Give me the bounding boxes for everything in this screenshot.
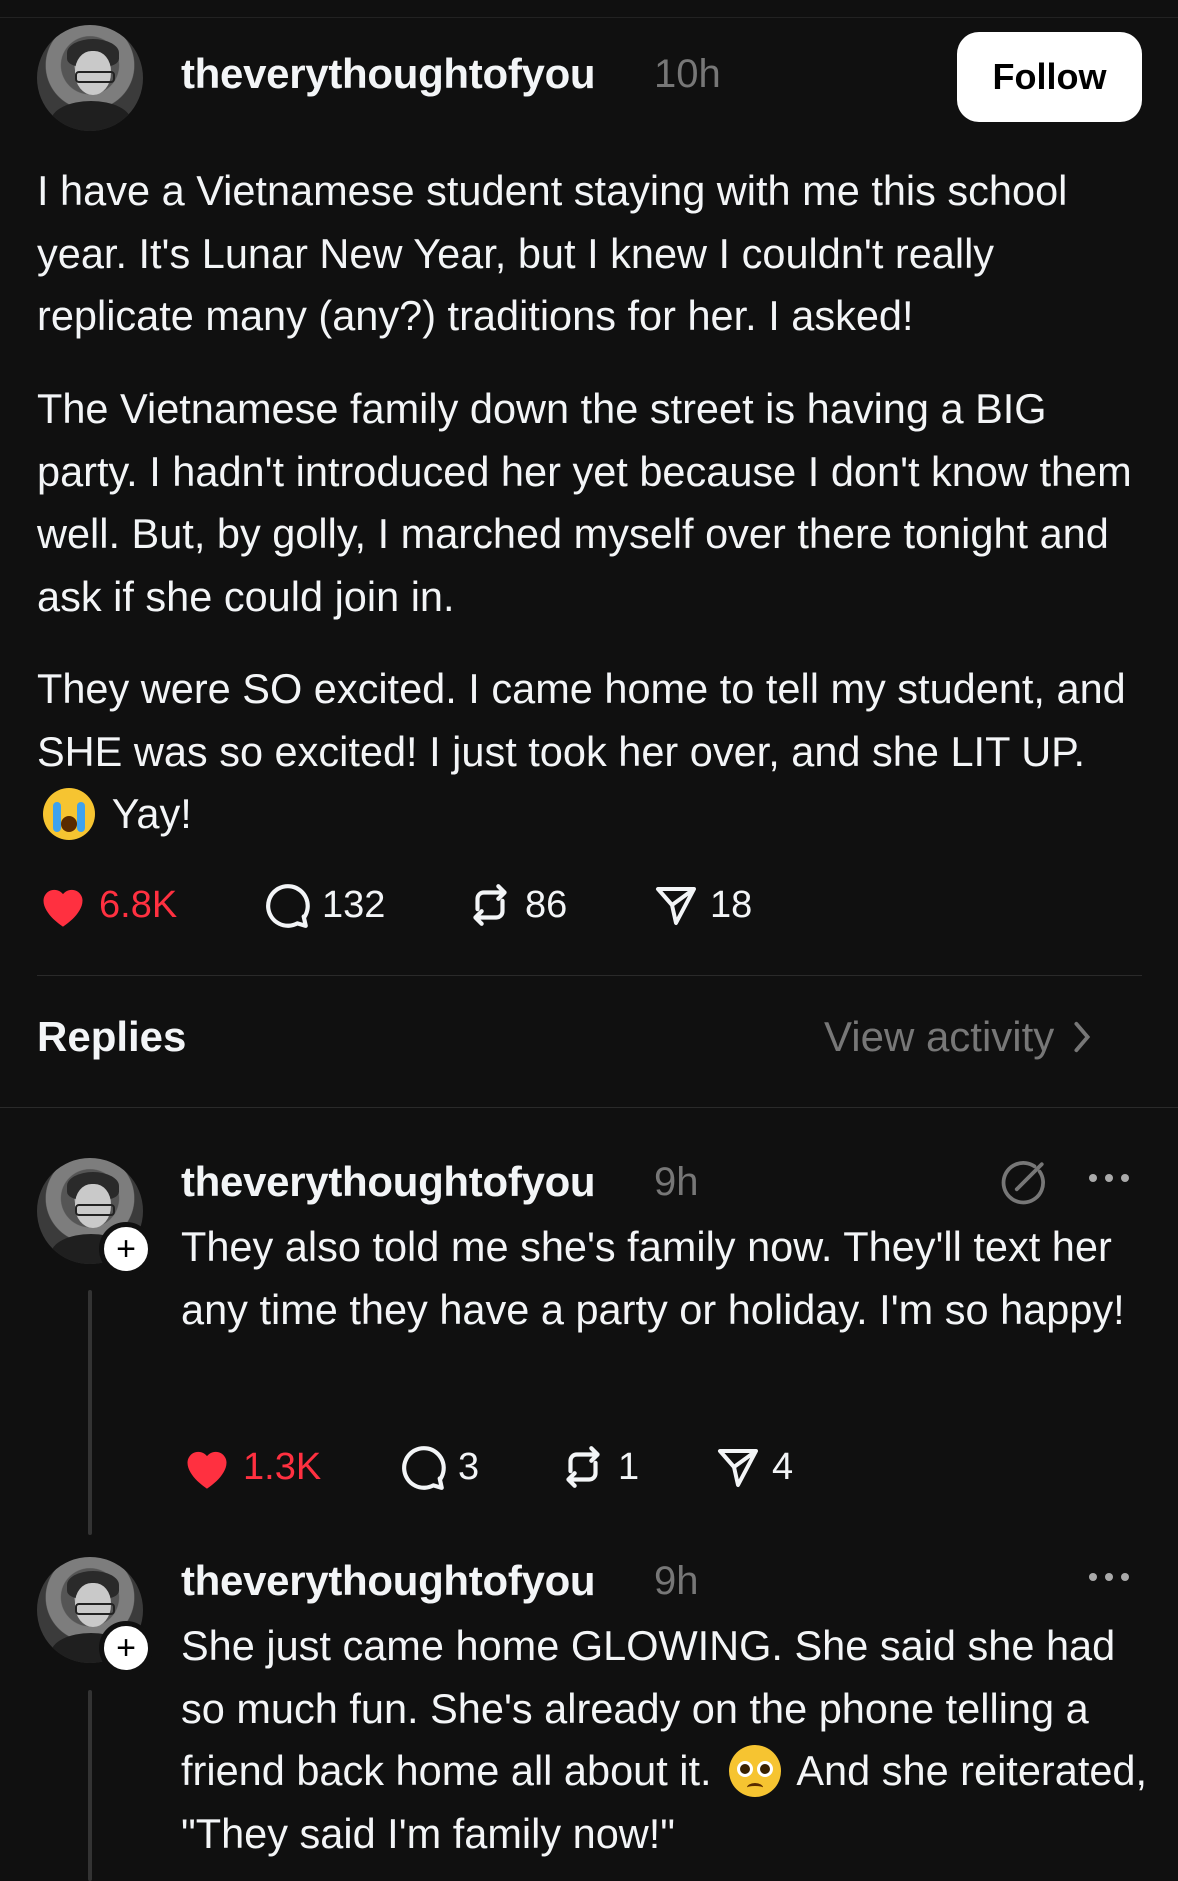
post-time: 10h xyxy=(654,52,721,96)
post-paragraph-3: They were SO excited. I came home to tel… xyxy=(37,658,1147,846)
more-options-icon[interactable] xyxy=(1087,1168,1131,1193)
share-count: 18 xyxy=(710,883,753,926)
comment-button[interactable]: 132 xyxy=(262,880,465,930)
share-count: 4 xyxy=(772,1445,794,1488)
share-button[interactable]: 4 xyxy=(714,1443,793,1491)
reply-text: She just came home GLOWING. She said she… xyxy=(181,1615,1151,1865)
like-count: 1.3K xyxy=(243,1445,322,1488)
repost-icon xyxy=(473,884,507,926)
share-button[interactable]: 18 xyxy=(652,881,752,929)
like-button[interactable]: 1.3K xyxy=(181,1443,398,1491)
like-button[interactable]: 6.8K xyxy=(37,881,262,929)
comment-icon xyxy=(266,884,310,928)
avatar[interactable] xyxy=(37,25,143,131)
post-paragraph-2: The Vietnamese family down the street is… xyxy=(37,385,1132,620)
repost-icon xyxy=(566,1446,600,1488)
repost-count: 86 xyxy=(525,883,568,926)
like-count: 6.8K xyxy=(99,883,178,926)
send-icon xyxy=(656,887,696,925)
comment-button[interactable]: 3 xyxy=(398,1442,558,1492)
more-options-icon[interactable] xyxy=(1087,1567,1131,1592)
repost-button[interactable]: 86 xyxy=(465,880,652,930)
post-username[interactable]: theverythoughtofyou xyxy=(181,50,596,98)
top-divider xyxy=(0,17,1178,18)
replies-divider xyxy=(0,1107,1178,1108)
comment-icon xyxy=(402,1446,446,1490)
reply-username[interactable]: theverythoughtofyou xyxy=(181,1158,596,1206)
reply-actions: 1.3K 3 1 4 xyxy=(181,1442,793,1492)
replies-title: Replies xyxy=(37,1013,187,1060)
reply-time: 9h xyxy=(654,1559,699,1603)
comment-count: 3 xyxy=(458,1445,480,1488)
post-paragraph-3-text: They were SO excited. I came home to tel… xyxy=(37,665,1126,775)
post-paragraph-1: I have a Vietnamese student staying with… xyxy=(37,167,1068,339)
reply-time: 9h xyxy=(654,1160,699,1204)
heart-icon xyxy=(187,1451,227,1489)
activity-icon[interactable] xyxy=(998,1158,1048,1213)
view-activity-label: View activity xyxy=(824,1013,1055,1060)
pleading-face-icon xyxy=(729,1745,782,1797)
thread-line xyxy=(88,1690,92,1881)
send-icon xyxy=(718,1449,758,1487)
heart-icon xyxy=(43,889,83,927)
comment-count: 132 xyxy=(322,883,386,926)
loudly-crying-face-icon xyxy=(43,788,95,840)
thread-page: theverythoughtofyou 10h Follow I have a … xyxy=(0,0,1178,1881)
chevron-right-icon xyxy=(1074,1021,1091,1053)
post-paragraph-3-tail: Yay! xyxy=(111,790,192,837)
repost-count: 1 xyxy=(618,1445,640,1488)
reply-username[interactable]: theverythoughtofyou xyxy=(181,1557,596,1605)
view-activity-link[interactable]: View activity xyxy=(824,1013,1092,1061)
repost-button[interactable]: 1 xyxy=(558,1442,714,1492)
section-divider xyxy=(37,975,1142,976)
follow-plus-icon[interactable]: + xyxy=(99,1621,153,1675)
follow-button[interactable]: Follow xyxy=(957,32,1142,122)
thread-line xyxy=(88,1290,92,1535)
reply-text: They also told me she's family now. They… xyxy=(181,1223,1125,1333)
post-actions: 6.8K 132 86 18 xyxy=(37,880,752,930)
follow-plus-icon[interactable]: + xyxy=(99,1222,153,1276)
